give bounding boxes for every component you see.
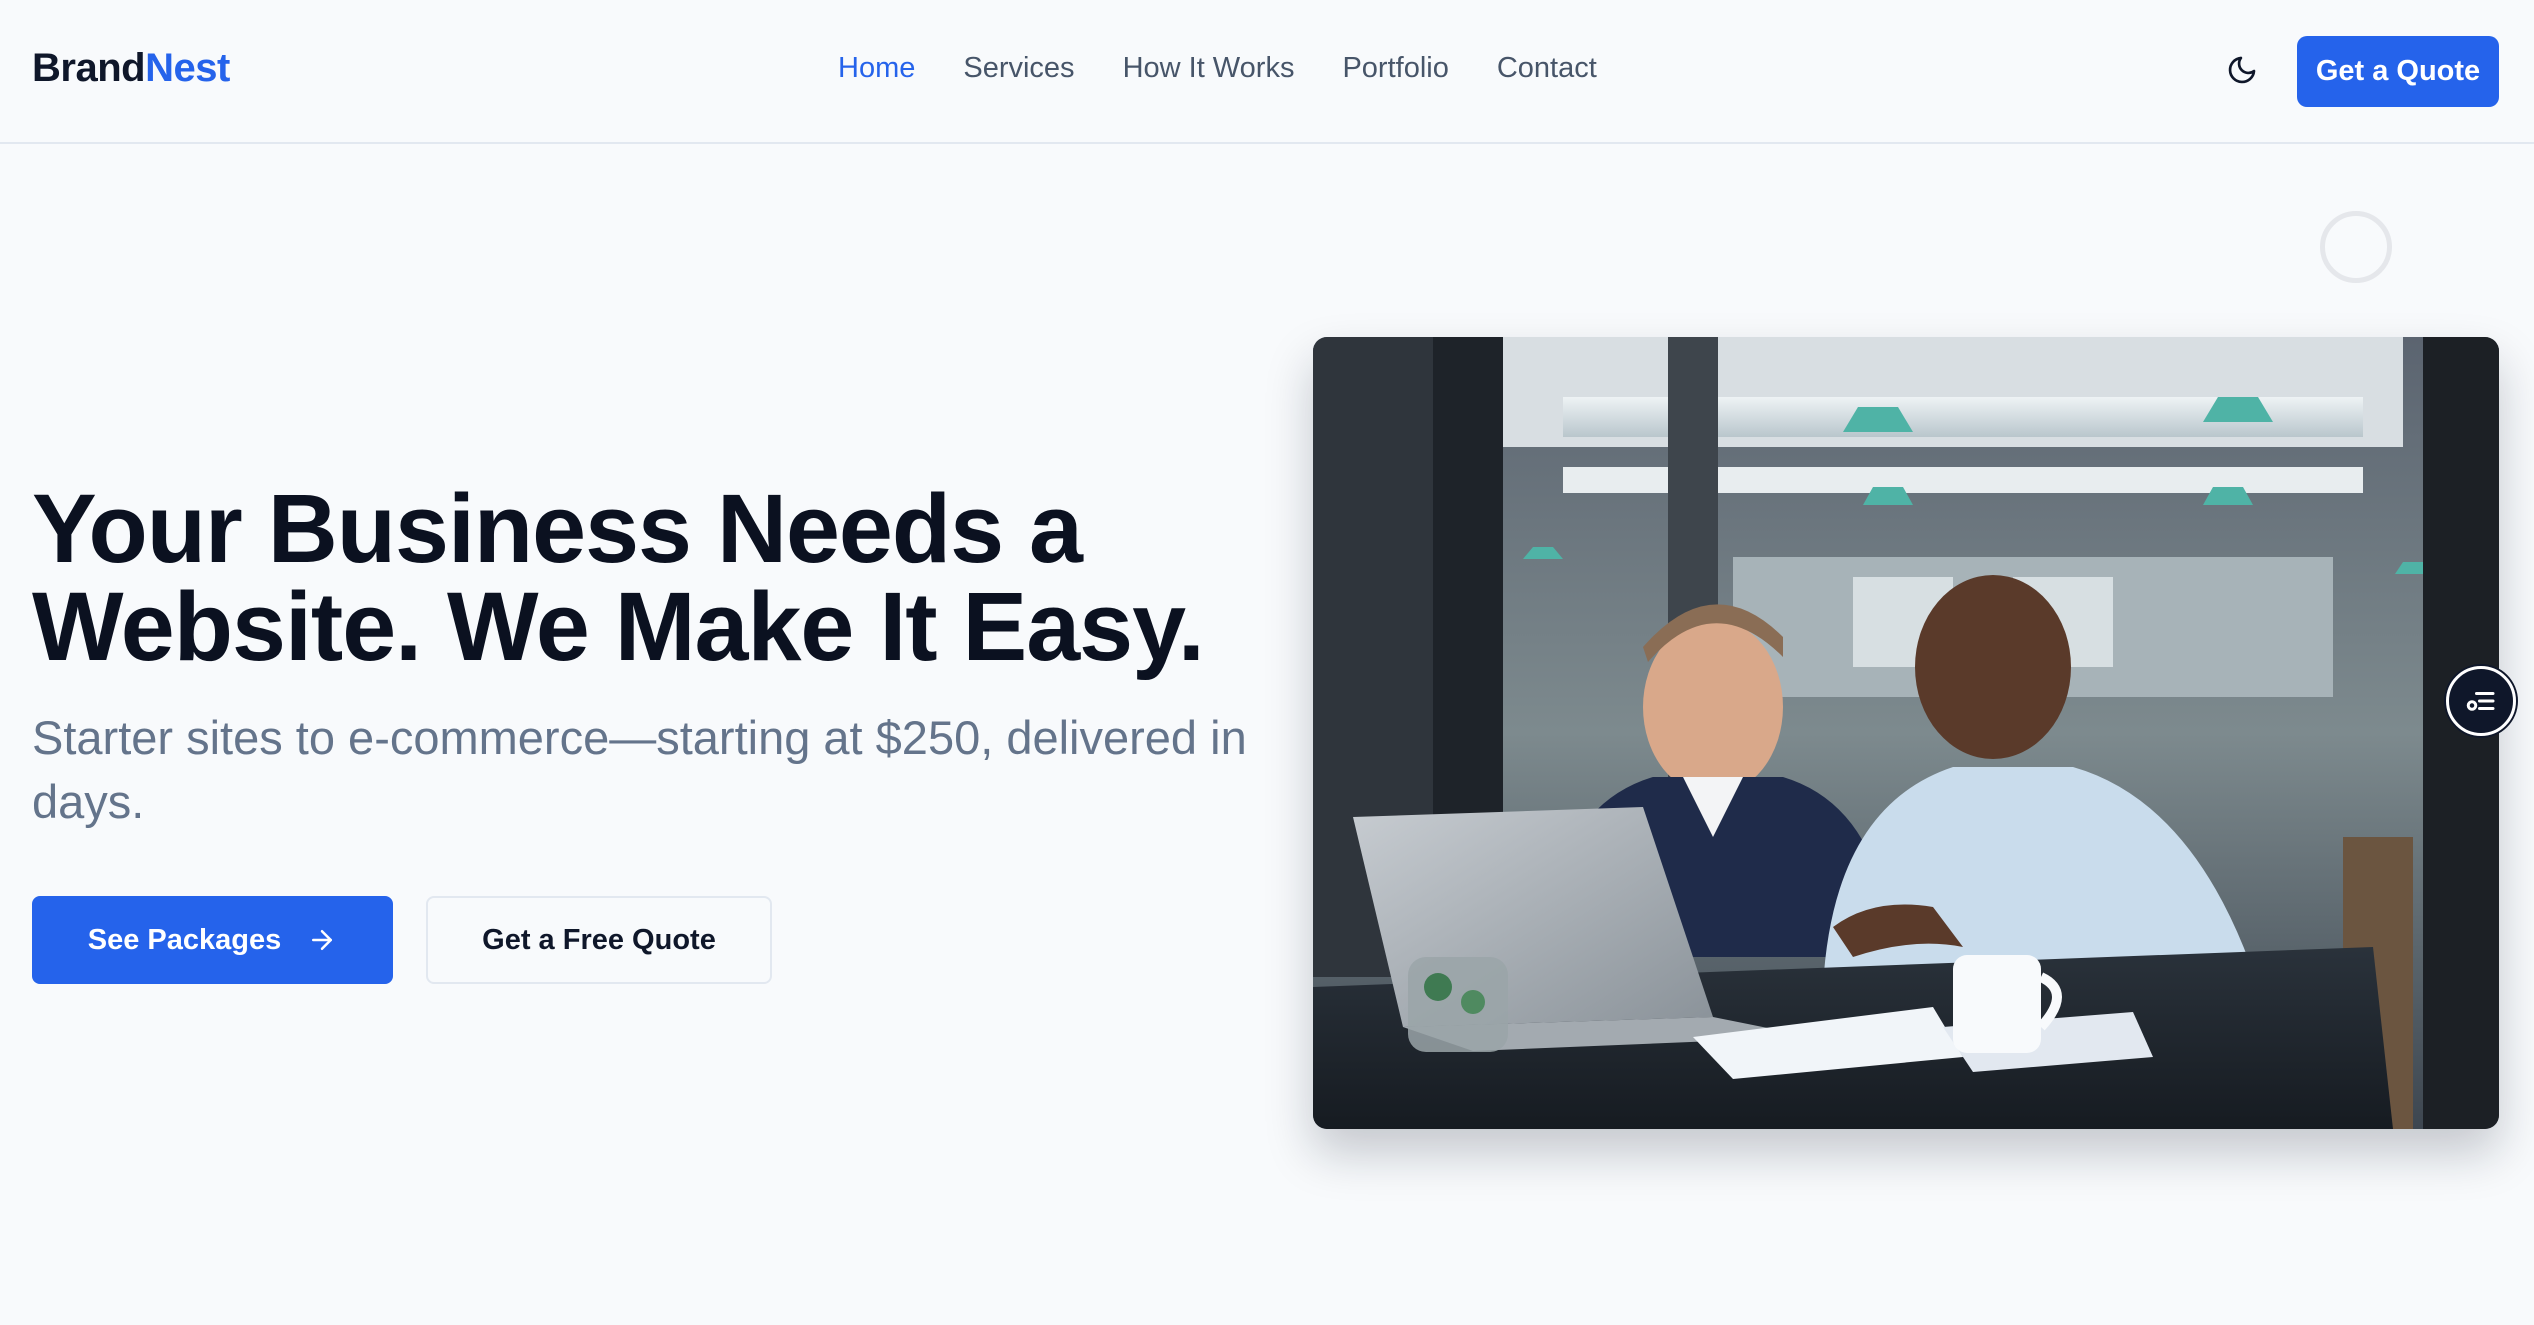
hero-title-line2: Website. We Make It Easy. <box>32 572 1205 681</box>
main-nav: Home Services How It Works Portfolio Con… <box>838 52 1597 85</box>
brand-name-part2: Nest <box>145 46 230 90</box>
see-packages-button[interactable]: See Packages <box>32 896 393 984</box>
get-free-quote-button[interactable]: Get a Free Quote <box>426 896 772 984</box>
hero-subtitle: Starter sites to e-commerce—starting at … <box>32 711 1247 828</box>
photo-two-men-laptop-icon <box>1313 337 2499 1129</box>
get-a-quote-button[interactable]: Get a Quote <box>2297 36 2499 107</box>
nav-link-contact[interactable]: Contact <box>1497 52 1597 85</box>
moon-icon <box>2228 56 2256 84</box>
hero-image <box>1313 337 2499 1129</box>
loading-spinner <box>2320 211 2392 283</box>
top-navbar: BrandNest Home Services How It Works Por… <box>0 0 2534 144</box>
brand-name-part1: Brand <box>32 46 146 90</box>
floating-filter-button[interactable] <box>2446 666 2516 736</box>
brand-logo[interactable]: BrandNest <box>32 46 230 91</box>
nav-link-home[interactable]: Home <box>838 52 915 85</box>
nav-link-portfolio[interactable]: Portfolio <box>1342 52 1448 85</box>
arrow-right-icon <box>312 930 333 950</box>
filter-list-icon <box>2466 692 2495 711</box>
theme-toggle-button[interactable] <box>2222 50 2262 90</box>
see-packages-label: See Packages <box>87 923 282 956</box>
nav-link-how-it-works[interactable]: How It Works <box>1123 52 1295 85</box>
hero-title: Your Business Needs a Website. We Make I… <box>32 480 1252 676</box>
nav-link-services[interactable]: Services <box>963 52 1074 85</box>
hero-title-line1: Your Business Needs a <box>32 474 1083 583</box>
